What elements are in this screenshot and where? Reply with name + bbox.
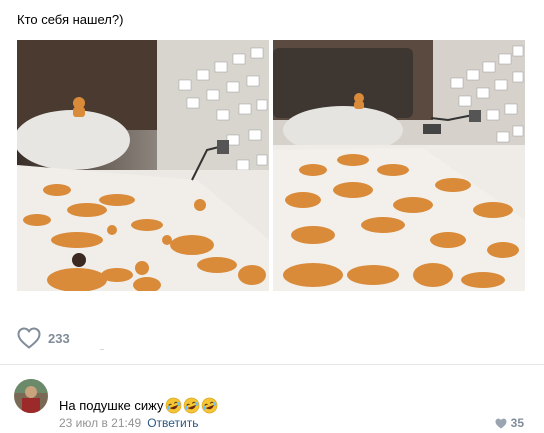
heart-icon bbox=[17, 327, 41, 349]
post-photo-1[interactable] bbox=[17, 40, 269, 291]
rofl-emoji-icon bbox=[183, 397, 199, 414]
comment-meta: 23 июл в 21:49 Ответить bbox=[59, 416, 199, 430]
photo-1-image bbox=[17, 40, 269, 291]
rofl-emoji-icon bbox=[201, 397, 217, 414]
avatar-image bbox=[14, 379, 48, 413]
comment-like-count: 35 bbox=[510, 416, 524, 430]
separator-mark bbox=[100, 349, 104, 350]
heart-icon bbox=[495, 418, 507, 428]
comment-text: На подушке сижу bbox=[59, 397, 219, 414]
avatar[interactable] bbox=[14, 379, 48, 413]
photo-2-image bbox=[273, 40, 525, 291]
comment-like-button[interactable]: 35 bbox=[495, 416, 524, 430]
comment-emoji-row bbox=[165, 397, 219, 414]
rofl-emoji-icon bbox=[165, 397, 181, 414]
comments-divider bbox=[0, 364, 544, 365]
post-like-button[interactable]: 233 bbox=[17, 327, 70, 349]
post-text: Кто себя нашел?) bbox=[17, 12, 124, 27]
reply-button[interactable]: Ответить bbox=[147, 416, 198, 430]
post-like-count: 233 bbox=[48, 330, 70, 346]
comment-date[interactable]: 23 июл в 21:49 bbox=[59, 416, 141, 430]
post-photo-2[interactable] bbox=[273, 40, 525, 291]
comment-message: На подушке сижу bbox=[59, 398, 164, 413]
